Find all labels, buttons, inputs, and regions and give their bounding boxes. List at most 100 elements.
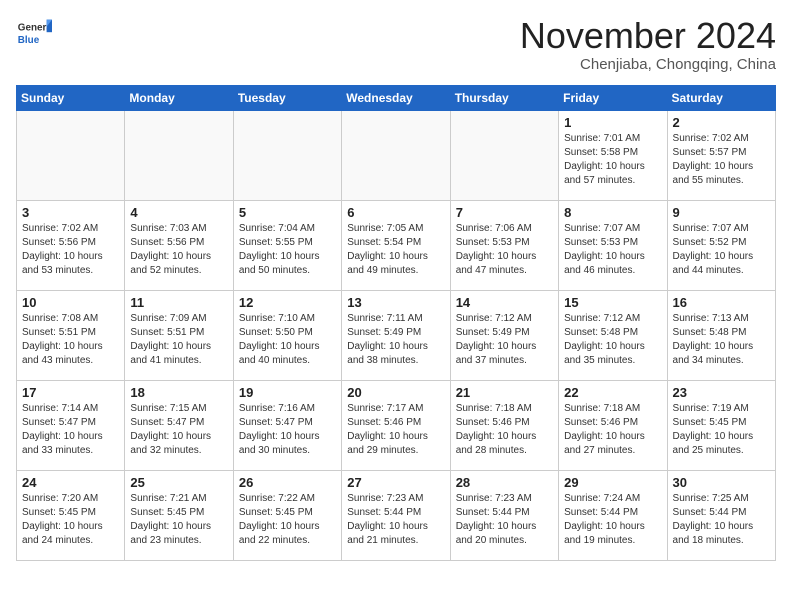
- day-number: 16: [673, 295, 770, 310]
- weekday-header-friday: Friday: [559, 85, 667, 110]
- day-number: 2: [673, 115, 770, 130]
- calendar-cell: 18 Sunrise: 7:15 AM Sunset: 5:47 PM Dayli…: [125, 380, 233, 470]
- day-number: 17: [22, 385, 119, 400]
- day-info: Sunrise: 7:19 AM Sunset: 5:45 PM Dayligh…: [673, 402, 770, 458]
- day-number: 18: [130, 385, 227, 400]
- calendar-cell: 16Sunrise: 7:13 AM Sunset: 5:48 PM Dayli…: [667, 290, 775, 380]
- weekday-header-saturday: Saturday: [667, 85, 775, 110]
- day-info: Sunrise: 7:24 AM Sunset: 5:44 PM Dayligh…: [564, 492, 661, 548]
- day-info: Sunrise: 7:03 AM Sunset: 5:56 PM Dayligh…: [130, 222, 227, 278]
- calendar-cell: 9Sunrise: 7:07 AM Sunset: 5:52 PM Daylig…: [667, 200, 775, 290]
- calendar-cell: [342, 110, 450, 200]
- calendar-cell: 13 Sunrise: 7:11 AM Sunset: 5:49 PM Dayli…: [342, 290, 450, 380]
- calendar-cell: 11 Sunrise: 7:09 AM Sunset: 5:51 PM Dayli…: [125, 290, 233, 380]
- day-number: 25: [130, 475, 227, 490]
- day-info: Sunrise: 7:07 AM Sunset: 5:53 PM Dayligh…: [564, 222, 661, 278]
- calendar-cell: 8 Sunrise: 7:07 AM Sunset: 5:53 PM Daylig…: [559, 200, 667, 290]
- calendar-cell: 28 Sunrise: 7:23 AM Sunset: 5:44 PM Dayli…: [450, 470, 558, 560]
- day-number: 30: [673, 475, 770, 490]
- day-info: Sunrise: 7:20 AM Sunset: 5:45 PM Dayligh…: [22, 492, 119, 548]
- calendar-cell: 14 Sunrise: 7:12 AM Sunset: 5:49 PM Dayli…: [450, 290, 558, 380]
- calendar-cell: 20 Sunrise: 7:17 AM Sunset: 5:46 PM Dayli…: [342, 380, 450, 470]
- day-info: Sunrise: 7:12 AM Sunset: 5:48 PM Dayligh…: [564, 312, 661, 368]
- day-number: 4: [130, 205, 227, 220]
- calendar-table: SundayMondayTuesdayWednesdayThursdayFrid…: [16, 85, 776, 561]
- day-number: 24: [22, 475, 119, 490]
- day-info: Sunrise: 7:12 AM Sunset: 5:49 PM Dayligh…: [456, 312, 553, 368]
- weekday-header-row: SundayMondayTuesdayWednesdayThursdayFrid…: [17, 85, 776, 110]
- weekday-header-sunday: Sunday: [17, 85, 125, 110]
- calendar-week-row: 17 Sunrise: 7:14 AM Sunset: 5:47 PM Dayli…: [17, 380, 776, 470]
- day-number: 20: [347, 385, 444, 400]
- calendar-cell: 17 Sunrise: 7:14 AM Sunset: 5:47 PM Dayli…: [17, 380, 125, 470]
- calendar-cell: 22Sunrise: 7:18 AM Sunset: 5:46 PM Dayli…: [559, 380, 667, 470]
- day-info: Sunrise: 7:23 AM Sunset: 5:44 PM Dayligh…: [456, 492, 553, 548]
- calendar-cell: 15 Sunrise: 7:12 AM Sunset: 5:48 PM Dayli…: [559, 290, 667, 380]
- calendar-cell: 3 Sunrise: 7:02 AM Sunset: 5:56 PM Daylig…: [17, 200, 125, 290]
- day-info: Sunrise: 7:17 AM Sunset: 5:46 PM Dayligh…: [347, 402, 444, 458]
- day-info: Sunrise: 7:23 AM Sunset: 5:44 PM Dayligh…: [347, 492, 444, 548]
- calendar-cell: [450, 110, 558, 200]
- day-info: Sunrise: 7:25 AM Sunset: 5:44 PM Dayligh…: [673, 492, 770, 548]
- day-number: 26: [239, 475, 336, 490]
- day-info: Sunrise: 7:02 AM Sunset: 5:56 PM Dayligh…: [22, 222, 119, 278]
- weekday-header-thursday: Thursday: [450, 85, 558, 110]
- calendar-cell: [17, 110, 125, 200]
- calendar-cell: 2 Sunrise: 7:02 AM Sunset: 5:57 PM Daylig…: [667, 110, 775, 200]
- calendar-cell: 21 Sunrise: 7:18 AM Sunset: 5:46 PM Dayli…: [450, 380, 558, 470]
- day-number: 10: [22, 295, 119, 310]
- day-number: 12: [239, 295, 336, 310]
- day-number: 6: [347, 205, 444, 220]
- day-number: 3: [22, 205, 119, 220]
- day-info: Sunrise: 7:15 AM Sunset: 5:47 PM Dayligh…: [130, 402, 227, 458]
- day-info: Sunrise: 7:08 AM Sunset: 5:51 PM Dayligh…: [22, 312, 119, 368]
- day-info: Sunrise: 7:06 AM Sunset: 5:53 PM Dayligh…: [456, 222, 553, 278]
- calendar-week-row: 10 Sunrise: 7:08 AM Sunset: 5:51 PM Dayli…: [17, 290, 776, 380]
- day-info: Sunrise: 7:10 AM Sunset: 5:50 PM Dayligh…: [239, 312, 336, 368]
- day-number: 22: [564, 385, 661, 400]
- title-area: November 2024 Chenjiaba, Chongqing, Chin…: [520, 16, 776, 73]
- month-title: November 2024: [520, 16, 776, 56]
- day-number: 21: [456, 385, 553, 400]
- day-number: 19: [239, 385, 336, 400]
- calendar-cell: 6Sunrise: 7:05 AM Sunset: 5:54 PM Daylig…: [342, 200, 450, 290]
- logo: General Blue: [16, 16, 52, 52]
- calendar-cell: 19 Sunrise: 7:16 AM Sunset: 5:47 PM Dayli…: [233, 380, 341, 470]
- day-number: 28: [456, 475, 553, 490]
- day-number: 13: [347, 295, 444, 310]
- day-info: Sunrise: 7:14 AM Sunset: 5:47 PM Dayligh…: [22, 402, 119, 458]
- day-info: Sunrise: 7:18 AM Sunset: 5:46 PM Dayligh…: [456, 402, 553, 458]
- calendar-cell: [125, 110, 233, 200]
- day-number: 11: [130, 295, 227, 310]
- calendar-cell: 27Sunrise: 7:23 AM Sunset: 5:44 PM Dayli…: [342, 470, 450, 560]
- day-number: 14: [456, 295, 553, 310]
- weekday-header-wednesday: Wednesday: [342, 85, 450, 110]
- day-number: 5: [239, 205, 336, 220]
- calendar-cell: 24 Sunrise: 7:20 AM Sunset: 5:45 PM Dayli…: [17, 470, 125, 560]
- location-subtitle: Chenjiaba, Chongqing, China: [520, 56, 776, 73]
- day-number: 29: [564, 475, 661, 490]
- calendar-week-row: 24 Sunrise: 7:20 AM Sunset: 5:45 PM Dayli…: [17, 470, 776, 560]
- calendar-cell: 7 Sunrise: 7:06 AM Sunset: 5:53 PM Daylig…: [450, 200, 558, 290]
- weekday-header-tuesday: Tuesday: [233, 85, 341, 110]
- logo-icon: General Blue: [16, 16, 52, 52]
- day-info: Sunrise: 7:22 AM Sunset: 5:45 PM Dayligh…: [239, 492, 336, 548]
- page-header: General Blue November 2024 Chenjiaba, Ch…: [16, 16, 776, 73]
- day-info: Sunrise: 7:16 AM Sunset: 5:47 PM Dayligh…: [239, 402, 336, 458]
- calendar-week-row: 1 Sunrise: 7:01 AM Sunset: 5:58 PM Daylig…: [17, 110, 776, 200]
- day-info: Sunrise: 7:02 AM Sunset: 5:57 PM Dayligh…: [673, 132, 770, 188]
- day-number: 15: [564, 295, 661, 310]
- calendar-cell: 26 Sunrise: 7:22 AM Sunset: 5:45 PM Dayli…: [233, 470, 341, 560]
- day-number: 8: [564, 205, 661, 220]
- day-number: 7: [456, 205, 553, 220]
- day-number: 1: [564, 115, 661, 130]
- day-info: Sunrise: 7:01 AM Sunset: 5:58 PM Dayligh…: [564, 132, 661, 188]
- calendar-cell: 23Sunrise: 7:19 AM Sunset: 5:45 PM Dayli…: [667, 380, 775, 470]
- day-info: Sunrise: 7:21 AM Sunset: 5:45 PM Dayligh…: [130, 492, 227, 548]
- day-info: Sunrise: 7:09 AM Sunset: 5:51 PM Dayligh…: [130, 312, 227, 368]
- calendar-cell: 1 Sunrise: 7:01 AM Sunset: 5:58 PM Daylig…: [559, 110, 667, 200]
- day-info: Sunrise: 7:11 AM Sunset: 5:49 PM Dayligh…: [347, 312, 444, 368]
- svg-text:Blue: Blue: [18, 35, 40, 46]
- calendar-week-row: 3 Sunrise: 7:02 AM Sunset: 5:56 PM Daylig…: [17, 200, 776, 290]
- calendar-cell: 5Sunrise: 7:04 AM Sunset: 5:55 PM Daylig…: [233, 200, 341, 290]
